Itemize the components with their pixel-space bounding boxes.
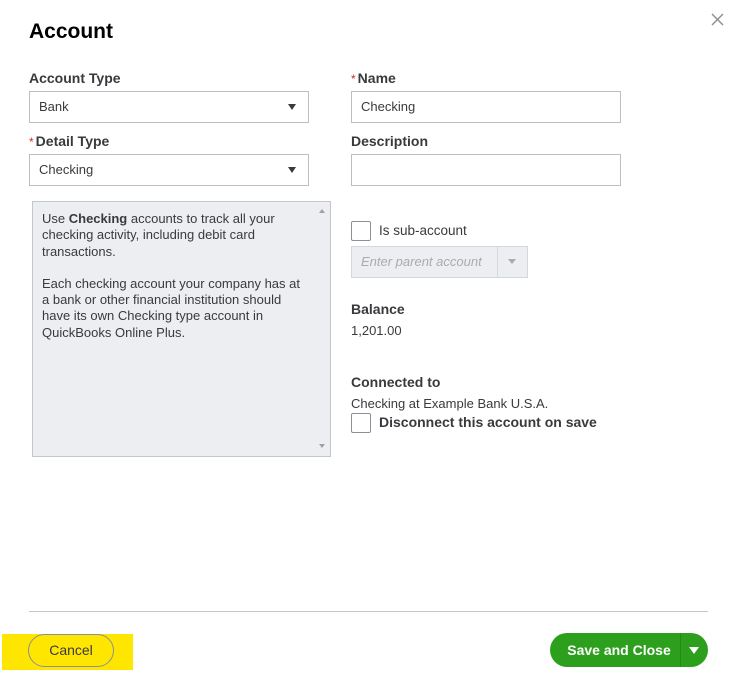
connected-label: Connected to <box>351 374 441 390</box>
required-mark: * <box>351 72 356 86</box>
account-type-value: Bank <box>39 99 69 114</box>
help-paragraph-1: Use Checking accounts to track all your … <box>42 211 275 259</box>
scroll-up-icon[interactable] <box>319 209 325 213</box>
balance-label: Balance <box>351 301 405 317</box>
save-and-close-split-button: Save and Close <box>550 633 708 667</box>
chevron-down-icon <box>288 167 296 173</box>
description-input[interactable] <box>351 154 621 186</box>
disconnect-label: Disconnect this account on save <box>379 414 597 430</box>
required-mark: * <box>29 135 34 149</box>
sub-account-label: Is sub-account <box>379 223 467 238</box>
balance-value: 1,201.00 <box>351 323 402 338</box>
divider <box>497 247 498 277</box>
sub-account-checkbox[interactable] <box>351 221 371 241</box>
name-input[interactable]: Checking <box>351 91 621 123</box>
detail-type-help[interactable]: Use Checking accounts to track all your … <box>32 201 331 457</box>
connected-value: Checking at Example Bank U.S.A. <box>351 396 549 411</box>
footer-divider <box>29 611 708 612</box>
detail-type-value: Checking <box>39 162 94 177</box>
parent-account-select[interactable]: Enter parent account <box>351 246 528 278</box>
caret-down-icon <box>689 647 699 654</box>
dialog-title: Account <box>29 20 113 43</box>
scroll-down-icon[interactable] <box>319 444 325 448</box>
detail-type-label: * Detail Type <box>29 133 110 149</box>
description-label: Description <box>351 133 429 149</box>
disconnect-checkbox[interactable] <box>351 413 371 433</box>
account-type-label: Account Type <box>29 70 121 86</box>
close-button[interactable] <box>708 10 728 30</box>
help-paragraph-2: Each checking account your company has a… <box>42 275 300 340</box>
chevron-down-icon <box>508 259 516 264</box>
save-options-dropdown[interactable] <box>681 633 708 667</box>
close-icon <box>711 13 724 26</box>
cancel-button[interactable]: Cancel <box>28 634 114 667</box>
save-and-close-button[interactable]: Save and Close <box>550 633 680 667</box>
account-type-select[interactable]: Bank <box>29 91 309 123</box>
parent-account-placeholder: Enter parent account <box>361 254 482 269</box>
chevron-down-icon <box>288 104 296 110</box>
name-label: * Name <box>351 70 396 86</box>
detail-type-select[interactable]: Checking <box>29 154 309 186</box>
